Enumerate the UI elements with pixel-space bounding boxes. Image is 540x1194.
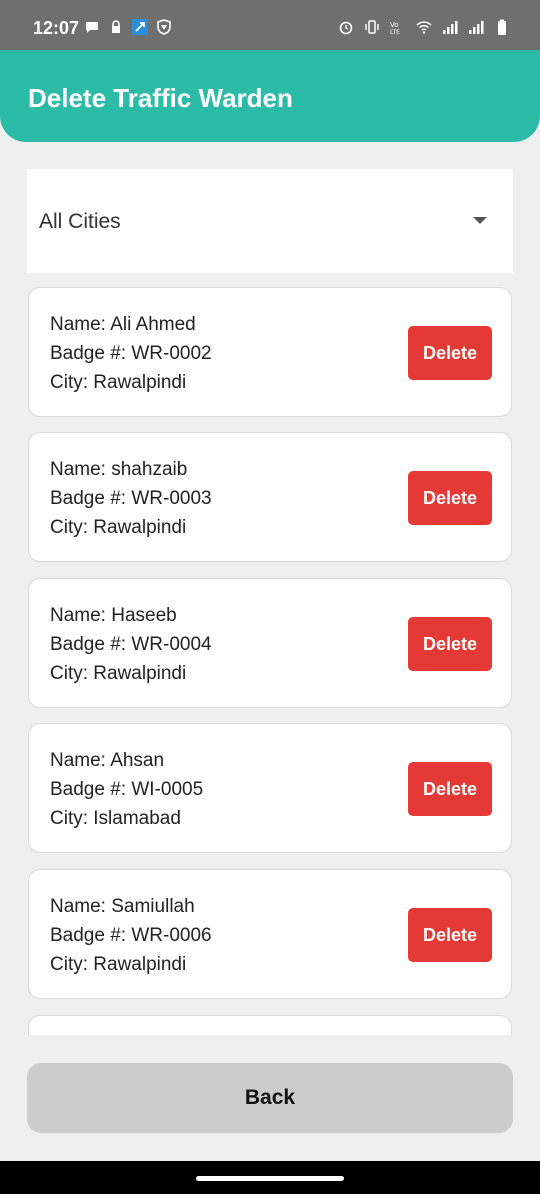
delete-button[interactable]: Delete bbox=[408, 762, 492, 816]
warden-details: Name: Ali Ahmed Badge #: WR-0002 City: R… bbox=[50, 310, 212, 397]
warden-card-partial bbox=[28, 1015, 512, 1035]
signal-icon bbox=[469, 21, 484, 34]
status-right-icons: Vo LTE bbox=[338, 19, 510, 35]
warden-card: Name: Ali Ahmed Badge #: WR-0002 City: R… bbox=[28, 287, 512, 417]
city-filter-dropdown[interactable]: All Cities bbox=[27, 169, 513, 273]
home-indicator[interactable] bbox=[196, 1176, 344, 1181]
lock-icon bbox=[112, 20, 120, 33]
dropdown-arrow-icon bbox=[473, 217, 487, 224]
signal-icon bbox=[443, 21, 458, 34]
vibrate-icon bbox=[365, 20, 379, 34]
warden-badge: Badge #: WI-0005 bbox=[50, 779, 204, 800]
navigation-bar bbox=[0, 1161, 540, 1194]
wifi-icon bbox=[416, 21, 432, 34]
status-time: 12:07 bbox=[33, 18, 80, 38]
svg-text:Vo: Vo bbox=[390, 21, 399, 29]
warden-details: Name: Haseeb Badge #: WR-0004 City: Rawa… bbox=[50, 601, 212, 688]
warden-badge: Badge #: WR-0004 bbox=[50, 634, 212, 655]
warden-details: Name: Samiullah Badge #: WR-0006 City: R… bbox=[50, 892, 212, 979]
warden-list[interactable]: Name: Ali Ahmed Badge #: WR-0002 City: R… bbox=[28, 287, 512, 1035]
warden-name: Name: shahzaib bbox=[50, 459, 188, 480]
delete-button[interactable]: Delete bbox=[408, 471, 492, 525]
chat-icon bbox=[86, 22, 98, 33]
warden-city: City: Islamabad bbox=[50, 808, 181, 829]
volte-icon: VoLTE bbox=[390, 21, 400, 35]
warden-city: City: Rawalpindi bbox=[50, 954, 187, 975]
warden-badge: Badge #: WR-0006 bbox=[50, 925, 212, 946]
back-button[interactable]: Back bbox=[27, 1063, 513, 1133]
warden-name: Name: Ahsan bbox=[50, 750, 165, 771]
alarm-icon bbox=[339, 21, 353, 35]
warden-city: City: Rawalpindi bbox=[50, 663, 187, 684]
warden-name: Name: Ali Ahmed bbox=[50, 314, 196, 335]
warden-city: City: Rawalpindi bbox=[50, 517, 187, 538]
status-left-icons bbox=[84, 19, 172, 35]
warden-card: Name: Ahsan Badge #: WI-0005 City: Islam… bbox=[28, 723, 512, 853]
battery-icon bbox=[498, 19, 506, 35]
warden-card: Name: Samiullah Badge #: WR-0006 City: R… bbox=[28, 869, 512, 999]
warden-card: Name: shahzaib Badge #: WR-0003 City: Ra… bbox=[28, 432, 512, 562]
warden-name: Name: Samiullah bbox=[50, 896, 195, 917]
delete-button[interactable]: Delete bbox=[408, 908, 492, 962]
warden-details: Name: shahzaib Badge #: WR-0003 City: Ra… bbox=[50, 455, 212, 542]
delete-button[interactable]: Delete bbox=[408, 326, 492, 380]
city-filter-value: All Cities bbox=[39, 210, 121, 233]
warden-card: Name: Haseeb Badge #: WR-0004 City: Rawa… bbox=[28, 578, 512, 708]
app-icon bbox=[132, 19, 148, 35]
page-title: Delete Traffic Warden bbox=[28, 83, 293, 113]
svg-text:LTE: LTE bbox=[390, 29, 400, 35]
app-bar: Delete Traffic Warden bbox=[0, 50, 540, 142]
warden-badge: Badge #: WR-0002 bbox=[50, 343, 212, 364]
shield-icon bbox=[157, 19, 171, 35]
warden-details: Name: Ahsan Badge #: WI-0005 City: Islam… bbox=[50, 746, 203, 833]
warden-name: Name: Haseeb bbox=[50, 605, 177, 626]
warden-badge: Badge #: WR-0003 bbox=[50, 488, 212, 509]
warden-city: City: Rawalpindi bbox=[50, 372, 187, 393]
delete-button[interactable]: Delete bbox=[408, 617, 492, 671]
